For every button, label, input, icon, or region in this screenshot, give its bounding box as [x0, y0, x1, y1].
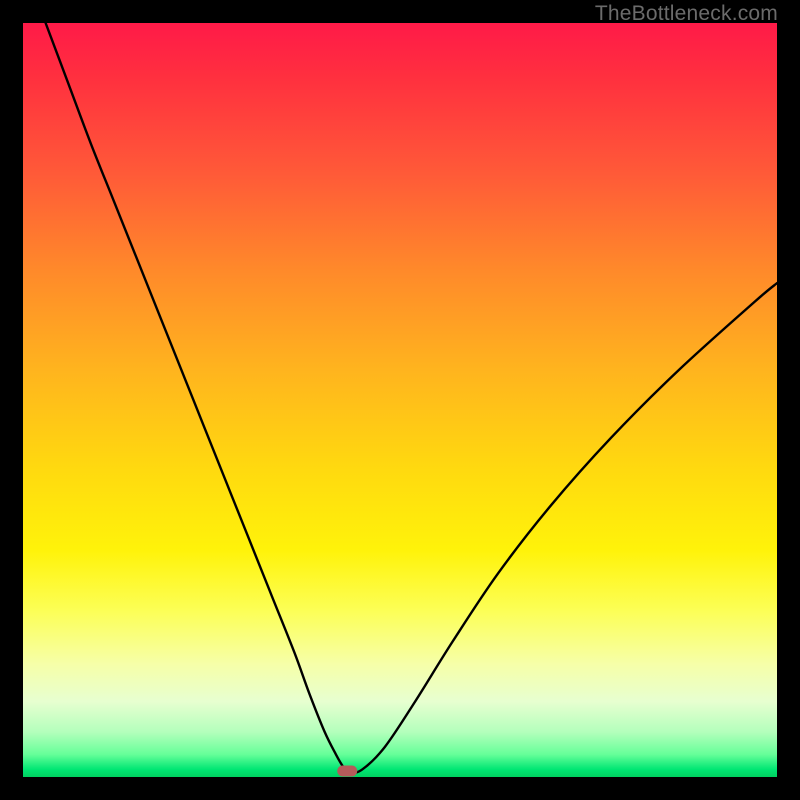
chart-frame: TheBottleneck.com [0, 0, 800, 800]
watermark-text: TheBottleneck.com [595, 2, 778, 26]
curve-line [46, 23, 777, 773]
minimum-marker [337, 765, 357, 776]
marker-dot [337, 765, 357, 776]
chart-svg [23, 23, 777, 777]
bottleneck-curve [46, 23, 777, 773]
plot-area [23, 23, 777, 777]
